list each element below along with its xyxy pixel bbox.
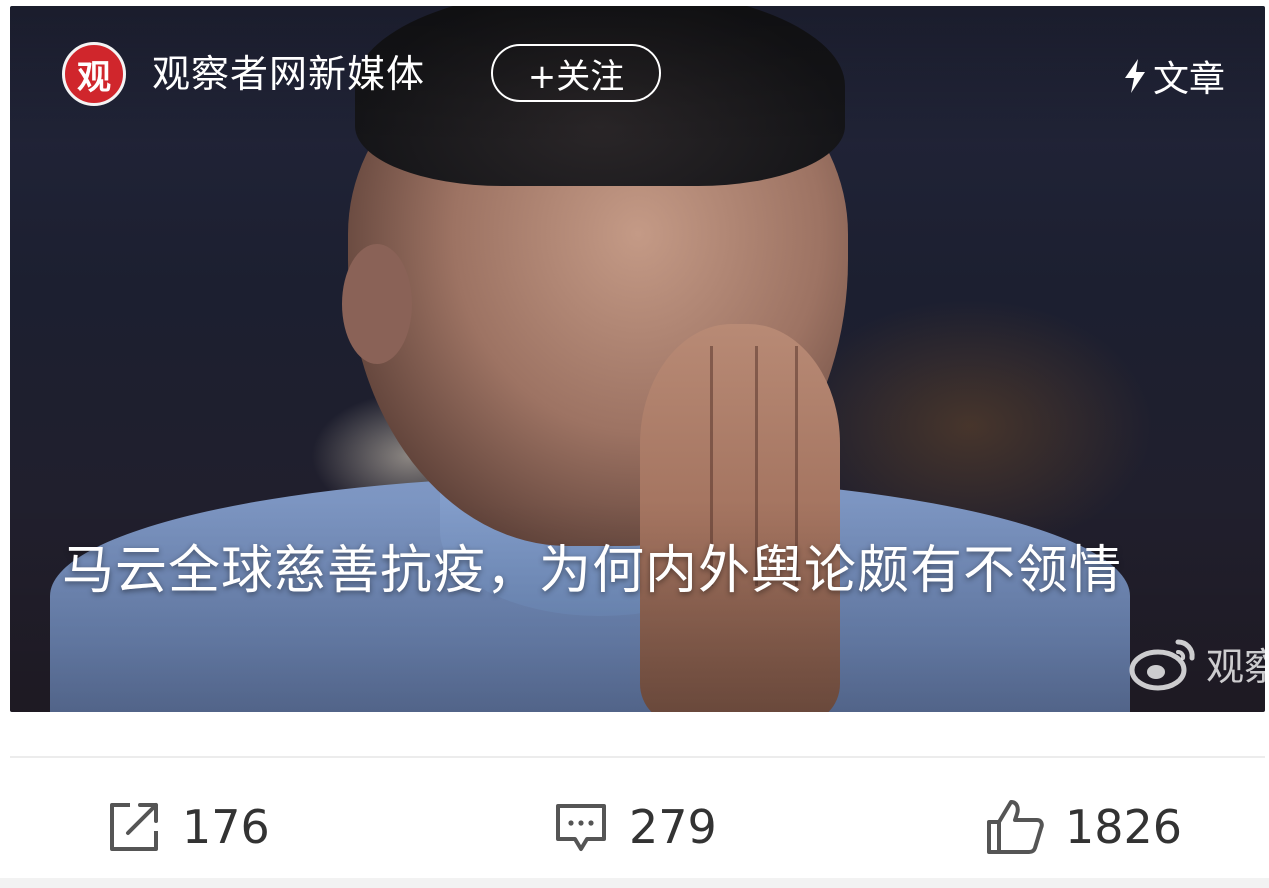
article-card[interactable]: 观 观察者网新媒体 +关注 文章 马云全球慈善抗疫，为何内外舆论颇有不领情 观察	[10, 6, 1265, 712]
share-icon	[110, 803, 158, 851]
share-count: 176	[182, 800, 270, 854]
account-logo[interactable]: 观	[62, 42, 126, 106]
lightning-icon	[1124, 59, 1145, 93]
like-button[interactable]: 1826	[985, 795, 1182, 859]
bottom-strip	[0, 878, 1269, 888]
divider	[10, 756, 1265, 758]
like-count: 1826	[1065, 800, 1183, 854]
share-button[interactable]: 176	[106, 795, 270, 859]
article-type-tag: 文章	[1123, 50, 1225, 102]
article-headline[interactable]: 马云全球慈善抗疫，为何内外舆论颇有不领情	[62, 536, 1222, 606]
logo-glyph: 观	[77, 57, 111, 98]
comment-icon	[556, 804, 606, 851]
article-type-label: 文章	[1152, 59, 1225, 100]
like-icon	[987, 800, 1044, 854]
image-shade	[10, 6, 1265, 712]
watermark-text: 观察	[1206, 644, 1265, 689]
account-name[interactable]: 观察者网新媒体	[152, 46, 425, 102]
follow-label: +关注	[527, 56, 625, 97]
follow-button[interactable]: +关注	[491, 44, 661, 102]
comment-button[interactable]: 279	[553, 795, 717, 859]
weibo-watermark: 观察	[1128, 634, 1265, 692]
weibo-icon	[1129, 639, 1195, 691]
comment-count: 279	[629, 800, 717, 854]
